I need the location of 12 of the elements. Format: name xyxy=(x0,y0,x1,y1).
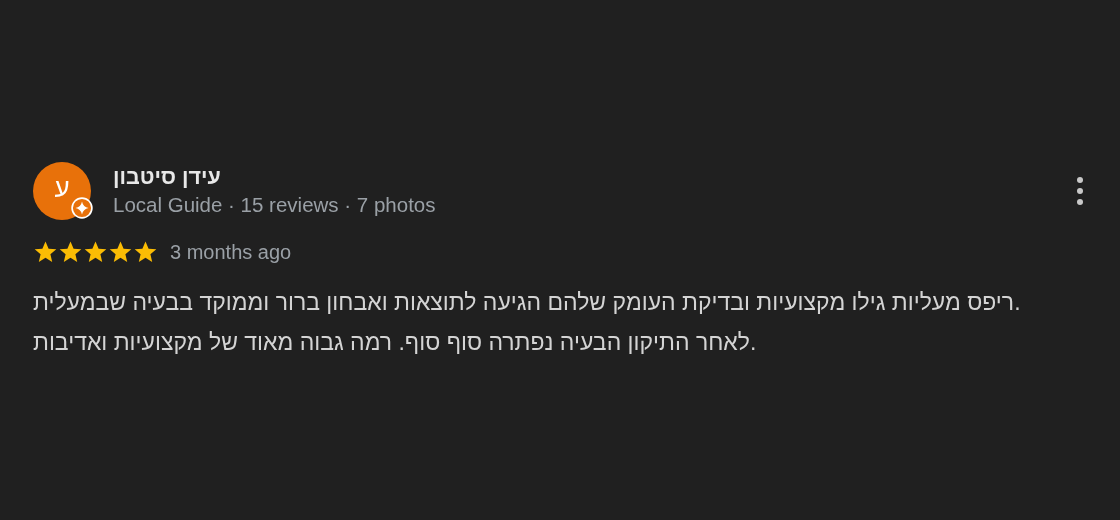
star-icon xyxy=(33,240,58,264)
star-icon xyxy=(133,240,158,264)
local-guide-badge-icon xyxy=(71,197,93,219)
avatar: ע xyxy=(33,162,91,220)
author-name[interactable]: עידן סיטבון xyxy=(113,164,1076,190)
star-icon xyxy=(108,240,133,264)
more-options-icon[interactable] xyxy=(1076,176,1084,206)
star-icon xyxy=(83,240,108,264)
review-date: 3 months ago xyxy=(170,240,292,264)
author-meta: Local Guide · 15 reviews · 7 photos xyxy=(113,192,437,218)
star-icon xyxy=(58,240,83,264)
review-text: ריפס מעליות גילו מקצועיות ובדיקת העומק שלהם הגיעה לתוצאות ואבחון ברור וממוקד בבעיה שבמעלית. לאחר התיקון הבעיה נפתרה סוף סוף. רמה גבוה מאוד של מקצועיות ואדיבות. xyxy=(33,288,1022,357)
